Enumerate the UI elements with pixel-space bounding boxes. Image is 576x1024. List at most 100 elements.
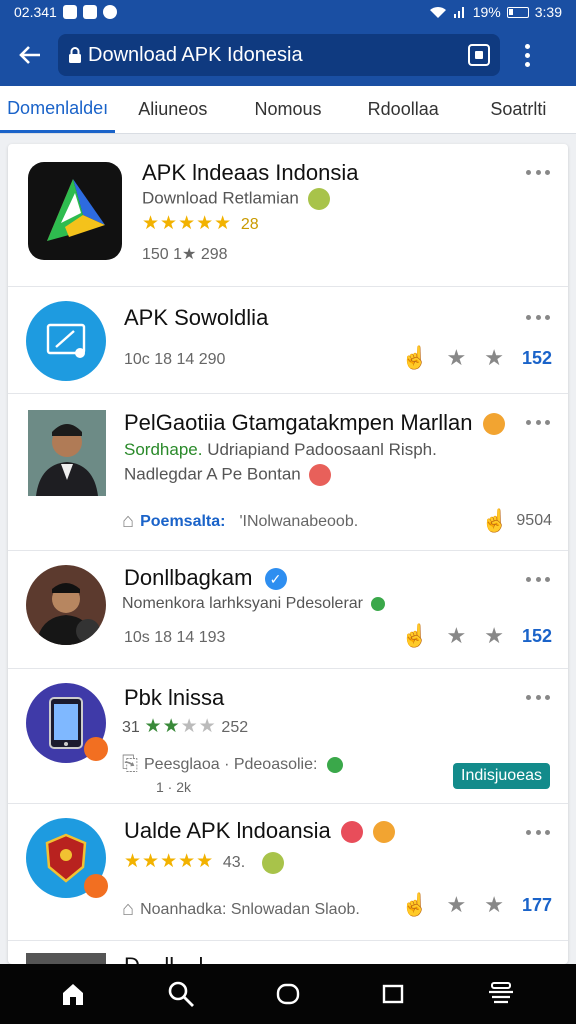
more-options-icon[interactable] bbox=[526, 418, 550, 426]
shield-icon bbox=[327, 756, 344, 773]
like-count: 152 bbox=[521, 625, 552, 646]
rating-value: 28 bbox=[240, 216, 259, 233]
tab-3[interactable]: Rdoollaa bbox=[346, 86, 461, 133]
rating-prefix: 31 bbox=[122, 719, 140, 736]
status-clock: 3:39 bbox=[534, 4, 562, 20]
subtitle-highlight: Sordhape. bbox=[124, 440, 203, 459]
browser-toolbar: Download APK Idonesia bbox=[0, 24, 576, 86]
list-item[interactable]: Donllbagkam ✓ Nomenkora larhksyani Pdeso… bbox=[8, 551, 568, 669]
thumbs-up-icon[interactable]: ☝ bbox=[401, 892, 428, 918]
star-icon[interactable]: ★ bbox=[484, 892, 504, 918]
app-title-text: Ualde APK lndoansia bbox=[124, 818, 331, 843]
tab-2[interactable]: Nomous bbox=[230, 86, 345, 133]
like-count: 177 bbox=[521, 894, 552, 915]
more-options-icon[interactable] bbox=[526, 313, 550, 321]
recents-icon[interactable] bbox=[381, 982, 405, 1006]
battery-icon bbox=[506, 6, 529, 18]
search-icon[interactable] bbox=[167, 980, 195, 1008]
circle-home-icon[interactable] bbox=[275, 981, 301, 1007]
app-list: APK lndeaas Indonsia Download Retlamian … bbox=[8, 144, 568, 964]
list-item[interactable]: Pbk lnissa 31 ★★★★ 252 ⎘ Peesglaoa · Pde… bbox=[8, 669, 568, 804]
battery-percent: 19% bbox=[472, 4, 501, 20]
rating-row: ★★★★★ 28 bbox=[142, 212, 259, 235]
badge-icon bbox=[84, 874, 108, 898]
app-title: APK lndeaas Indonsia bbox=[142, 160, 359, 185]
tab-4[interactable]: Soatrlti bbox=[461, 86, 576, 133]
star-icon[interactable]: ★ bbox=[484, 345, 504, 371]
app-title: Donllbagkam ✓ bbox=[124, 565, 287, 591]
profile-photo bbox=[28, 410, 106, 496]
more-options-icon[interactable] bbox=[526, 168, 550, 176]
app-title: D... ll... l... bbox=[124, 953, 222, 964]
menu-dot-icon bbox=[524, 43, 530, 49]
action-row: ☝ 9504 bbox=[481, 508, 552, 534]
status-time: 02.341 bbox=[14, 4, 57, 20]
list-item[interactable]: PelGaotiia Gtamgatakmpen Marllan Sordhap… bbox=[8, 394, 568, 551]
more-options-icon[interactable] bbox=[526, 828, 550, 836]
list-item[interactable]: Ualde APK lndoansia ★★★★★ 43. ⌂ Noanhadk… bbox=[8, 804, 568, 941]
rating-row: ★★★★★ 43. bbox=[124, 850, 284, 874]
status-right: 19% 3:39 bbox=[429, 4, 562, 20]
app-subtitle-text: Nomenkora larhksyani Pdesolerar bbox=[122, 595, 363, 612]
emoji-icon bbox=[371, 596, 386, 611]
tab-switcher-button[interactable] bbox=[468, 44, 490, 66]
footer-row: ⌂ Poemsalta: 'INolwanabeoob. bbox=[122, 510, 358, 533]
star-icon[interactable]: ★ bbox=[446, 345, 466, 371]
overflow-menu-button[interactable] bbox=[512, 37, 542, 73]
category-tabs: Domenlaldeı Aliuneos Nomous Rdoollaa Soa… bbox=[0, 86, 576, 134]
emoji-icon bbox=[340, 821, 363, 844]
star-icon[interactable]: ★ bbox=[446, 892, 466, 918]
lock-icon bbox=[68, 47, 82, 63]
edit-screen-icon bbox=[46, 323, 86, 358]
profile-photo bbox=[26, 953, 106, 964]
like-count: 9504 bbox=[516, 512, 552, 529]
app-subtitle: Sordhape. Udriapiand Padoosaanl Risph. bbox=[124, 440, 437, 460]
shield-crest-icon bbox=[45, 833, 87, 883]
status-bar: 02.341 19% 3:39 bbox=[0, 0, 576, 24]
address-bar[interactable]: Download APK Idonesia bbox=[58, 34, 500, 76]
phone-icon bbox=[49, 697, 83, 749]
profile-photo bbox=[26, 565, 106, 645]
message-icon bbox=[82, 5, 97, 19]
back-button[interactable] bbox=[12, 37, 48, 73]
star-icon[interactable]: ★ bbox=[446, 623, 466, 649]
emoji-icon bbox=[261, 851, 284, 874]
emoji-icon bbox=[307, 188, 330, 210]
app-notification-icon bbox=[102, 5, 117, 19]
app-logo bbox=[28, 162, 122, 260]
install-button[interactable]: Indisjuoeas bbox=[453, 763, 550, 789]
app-title: Pbk lnissa bbox=[124, 685, 225, 710]
app-subtitle: Nomenkora larhksyani Pdesolerar bbox=[122, 595, 386, 613]
thumbs-up-icon[interactable]: ☝ bbox=[401, 623, 428, 649]
list-item[interactable]: APK Sowoldlia 10c 18 14 290 ☝ ★ ★ 152 bbox=[8, 287, 568, 394]
app-subtitle: Download Retlamian bbox=[142, 188, 330, 210]
bottom-nav bbox=[0, 964, 576, 1024]
menu-dot-icon bbox=[524, 61, 530, 67]
thumbs-up-icon[interactable]: ☝ bbox=[481, 508, 508, 534]
tab-1[interactable]: Aliuneos bbox=[115, 86, 230, 133]
home-outline-icon: ⌂ bbox=[122, 898, 135, 920]
more-options-icon[interactable] bbox=[526, 693, 550, 701]
footer-label: Peesglaoa · Pdeoasolie: bbox=[144, 755, 318, 773]
app-meta: 10c 18 14 290 bbox=[124, 351, 226, 368]
star-rating-icon: ★★★★★ bbox=[142, 213, 233, 234]
emoji-icon bbox=[372, 821, 395, 844]
action-row: ☝ ★ ★ 152 bbox=[401, 345, 552, 371]
footer-label: Poemsalta: bbox=[140, 512, 226, 530]
more-options-icon[interactable] bbox=[526, 575, 550, 583]
list-item[interactable]: APK lndeaas Indonsia Download Retlamian … bbox=[8, 144, 568, 287]
tab-switcher-icon bbox=[475, 51, 483, 59]
star-rating-icon: ★★★★★ bbox=[124, 851, 215, 872]
tab-0[interactable]: Domenlaldeı bbox=[0, 86, 116, 133]
notification-icon bbox=[62, 5, 77, 19]
menu-stack-icon[interactable] bbox=[486, 980, 516, 1008]
list-item[interactable]: D... ll... l... bbox=[8, 941, 568, 964]
app-title: Ualde APK lndoansia bbox=[124, 818, 395, 844]
home-icon[interactable] bbox=[60, 981, 86, 1007]
app-title-text: PelGaotiia Gtamgatakmpen Marllan bbox=[124, 410, 473, 435]
subtitle-text: Udriapiand Padoosaanl Risph. bbox=[207, 440, 437, 459]
menu-dot-icon bbox=[524, 52, 530, 58]
rating-value: 252 bbox=[221, 719, 249, 736]
thumbs-up-icon[interactable]: ☝ bbox=[401, 345, 428, 371]
star-icon[interactable]: ★ bbox=[484, 623, 504, 649]
